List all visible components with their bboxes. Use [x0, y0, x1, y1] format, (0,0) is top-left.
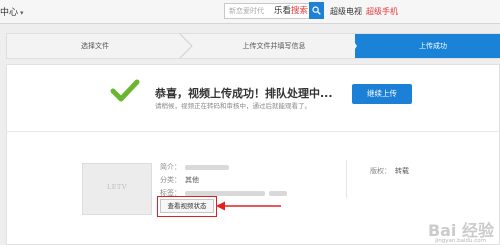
video-thumbnail[interactable]: LETV: [82, 163, 152, 215]
super-phone-link[interactable]: 超级手机: [366, 6, 398, 17]
step-label: 选择文件: [81, 42, 109, 50]
step-chevron-icon: [349, 34, 357, 58]
copyright-value: 转载: [395, 167, 409, 175]
video-intro: 简介：: [160, 162, 229, 172]
continue-upload-button[interactable]: 继续上传: [352, 84, 412, 104]
chevron-down-icon: ▾: [20, 9, 24, 17]
video-category: 分类： 其他: [160, 175, 199, 185]
success-title: 恭喜，视频上传成功！排队处理中...: [155, 87, 333, 100]
search-brand-prefix: 乐看: [274, 6, 292, 16]
letv-logo: LETV: [106, 183, 128, 191]
copyright-label: 版权：: [370, 167, 391, 175]
video-copyright: 版权： 转载: [370, 166, 409, 176]
search-placeholder: 新恋爱时代: [229, 7, 264, 15]
step-upload-success: 上传成功: [355, 34, 500, 58]
nav-center-label: 中心: [0, 8, 19, 18]
top-bar: 中心 ▾ 新恋爱时代 乐看搜索 超级电视 | 超级手机: [0, 0, 500, 24]
vertical-divider: [346, 160, 347, 198]
separator: |: [360, 6, 363, 15]
baidu-watermark-url: jingyan.baidu.com: [435, 238, 486, 244]
blurred-text: [185, 164, 229, 170]
step-select-file: 选择文件: [7, 34, 183, 58]
blurred-text: [269, 190, 287, 196]
category-value: 其他: [185, 176, 199, 184]
search-brand: 乐看搜索: [274, 4, 308, 16]
search-brand-suffix: 搜索: [291, 6, 309, 16]
category-label: 分类：: [160, 176, 181, 184]
search-icon: [312, 6, 321, 15]
divider: [6, 131, 500, 132]
step-fill-info: 上传文件并填写信息: [193, 34, 355, 58]
upload-steps: 选择文件 上传文件并填写信息 上传成功: [6, 33, 500, 59]
step-label: 上传成功: [419, 42, 447, 50]
blurred-text: [185, 190, 265, 196]
super-tv-link[interactable]: 超级电视: [330, 6, 362, 17]
nav-center-menu[interactable]: 中心 ▾: [0, 5, 24, 18]
arrow-left-icon: [216, 201, 281, 211]
checkmark-icon: [110, 79, 140, 102]
step-chevron-icon: [179, 34, 193, 58]
search-button[interactable]: [309, 2, 324, 19]
highlight-box: [157, 196, 217, 217]
intro-label: 简介：: [160, 163, 181, 171]
success-description: 请稍候，视频正在转码和审核中，通过后就能观看了。: [155, 102, 311, 110]
step-label: 上传文件并填写信息: [242, 42, 306, 50]
